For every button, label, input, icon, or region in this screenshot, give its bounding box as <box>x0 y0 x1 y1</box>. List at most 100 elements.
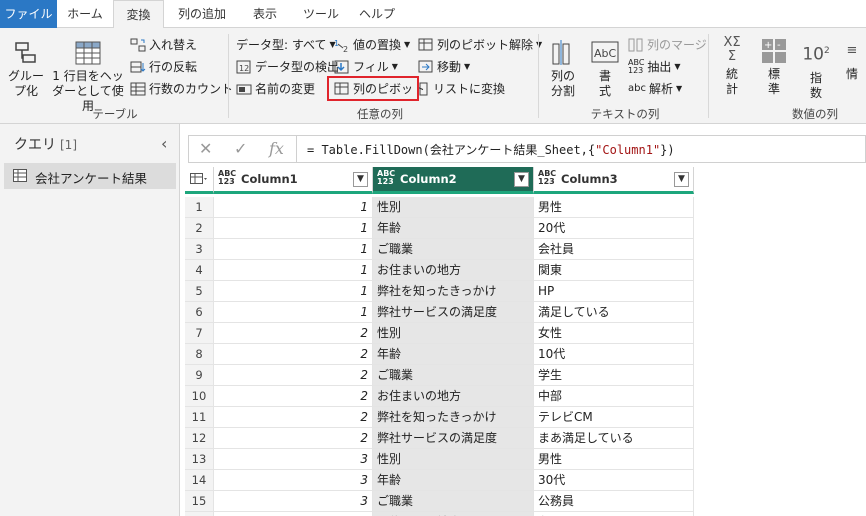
table-menu-button[interactable] <box>185 167 214 194</box>
tab-tools[interactable]: ツール <box>296 0 346 28</box>
cell-column1[interactable]: 1 <box>214 260 373 281</box>
check-icon[interactable]: ✓ <box>234 139 247 158</box>
extract-button[interactable]: ABC 123 抽出 ▼ <box>628 58 681 75</box>
unpivot-columns-button[interactable]: 列のピボット解除 ▼ <box>418 36 542 53</box>
formula-input[interactable]: = Table.FillDown(会社アンケート結果_Sheet,{"Colum… <box>307 141 675 158</box>
information-button[interactable]: ≡ 情 <box>838 38 866 82</box>
tab-transform[interactable]: 変換 <box>113 0 164 29</box>
count-rows-button[interactable]: 行数のカウント <box>130 80 233 97</box>
cell-column1[interactable]: 2 <box>214 323 373 344</box>
cell-column1[interactable]: 1 <box>214 239 373 260</box>
cell-column3[interactable]: HP <box>534 281 694 302</box>
cell-column2[interactable]: 弊社を知ったきっかけ <box>373 281 534 302</box>
row-number[interactable]: 15 <box>185 491 214 512</box>
fx-icon[interactable]: fx <box>269 139 284 158</box>
cell-column1[interactable]: 1 <box>214 281 373 302</box>
cell-column1[interactable]: 3 <box>214 470 373 491</box>
row-number[interactable]: 11 <box>185 407 214 428</box>
split-column-button[interactable]: 列の 分割 <box>543 38 583 99</box>
transpose-button[interactable]: 入れ替え <box>130 36 197 53</box>
merge-columns-button[interactable]: 列のマージ <box>628 36 707 53</box>
cell-column2[interactable]: 年齢 <box>373 344 534 365</box>
cell-column3[interactable]: 満足している <box>534 302 694 323</box>
cell-column2[interactable]: 弊社を知ったきっかけ <box>373 407 534 428</box>
row-number[interactable]: 10 <box>185 386 214 407</box>
column-header-3[interactable]: ABC 123 Column3 ▼ <box>534 167 694 194</box>
cell-column3[interactable]: 公務員 <box>534 491 694 512</box>
row-number[interactable]: 9 <box>185 365 214 386</box>
row-number[interactable]: 7 <box>185 323 214 344</box>
cell-column1[interactable]: 2 <box>214 386 373 407</box>
cell-column2[interactable]: 性別 <box>373 449 534 470</box>
cell-column3[interactable]: 男性 <box>534 449 694 470</box>
tab-home[interactable]: ホーム <box>57 0 113 28</box>
tab-help[interactable]: ヘルプ <box>352 0 402 28</box>
filter-dropdown-icon[interactable]: ▼ <box>514 172 529 187</box>
row-number[interactable]: 13 <box>185 449 214 470</box>
row-number[interactable]: 6 <box>185 302 214 323</box>
scientific-button[interactable]: 102 指 数 <box>798 38 834 101</box>
cell-column3[interactable]: 30代 <box>534 470 694 491</box>
row-number[interactable]: 1 <box>185 197 214 218</box>
tab-view[interactable]: 表示 <box>242 0 288 28</box>
cell-column1[interactable]: 3 <box>214 491 373 512</box>
row-number[interactable]: 5 <box>185 281 214 302</box>
cell-column2[interactable]: 性別 <box>373 197 534 218</box>
row-number[interactable]: 14 <box>185 470 214 491</box>
group-by-button[interactable]: グルー プ化 <box>6 40 46 99</box>
cell-column1[interactable]: 1 <box>214 197 373 218</box>
cell-column1[interactable]: 2 <box>214 407 373 428</box>
cell-column3[interactable]: 九州 <box>534 512 694 516</box>
cell-column2[interactable]: 弊社サービスの満足度 <box>373 428 534 449</box>
cell-column1[interactable]: 2 <box>214 365 373 386</box>
row-number[interactable]: 16 <box>185 512 214 516</box>
standard-button[interactable]: + - 標 準 <box>756 38 792 97</box>
tab-file[interactable]: ファイル <box>0 0 57 28</box>
cell-column1[interactable]: 2 <box>214 344 373 365</box>
rename-button[interactable]: 名前の変更 <box>236 80 315 97</box>
filter-dropdown-icon[interactable]: ▼ <box>674 172 689 187</box>
use-first-row-button[interactable]: 1 行目をヘッ ダーとして使用 <box>48 40 128 114</box>
format-button[interactable]: AbC 書 式 <box>588 38 622 99</box>
cell-column1[interactable]: 2 <box>214 428 373 449</box>
data-type-dropdown[interactable]: データ型: すべて ▼ <box>236 36 336 53</box>
row-number[interactable]: 4 <box>185 260 214 281</box>
cell-column3[interactable]: 女性 <box>534 323 694 344</box>
fill-button[interactable]: フィル ▼ <box>334 58 398 75</box>
filter-dropdown-icon[interactable]: ▼ <box>353 172 368 187</box>
cell-column1[interactable]: 1 <box>214 218 373 239</box>
statistics-button[interactable]: XΣ Σ 統 計 <box>714 36 750 97</box>
cancel-icon[interactable]: ✕ <box>199 139 212 158</box>
cell-column3[interactable]: 10代 <box>534 344 694 365</box>
cell-column2[interactable]: ご職業 <box>373 491 534 512</box>
row-number[interactable]: 3 <box>185 239 214 260</box>
cell-column1[interactable]: 1 <box>214 302 373 323</box>
cell-column2[interactable]: お住まいの地方 <box>373 260 534 281</box>
row-number[interactable]: 8 <box>185 344 214 365</box>
cell-column2[interactable]: ご職業 <box>373 239 534 260</box>
cell-column3[interactable]: 関東 <box>534 260 694 281</box>
cell-column3[interactable]: テレビCM <box>534 407 694 428</box>
query-item[interactable]: 会社アンケート結果 <box>4 163 176 189</box>
convert-to-list-button[interactable]: リストに変換 <box>418 80 505 97</box>
detect-type-button[interactable]: 12 データ型の検出 <box>236 58 339 75</box>
column-header-1[interactable]: ABC 123 Column1 ▼ <box>214 167 373 194</box>
parse-button[interactable]: abc 解析 ▼ <box>628 80 682 97</box>
row-number[interactable]: 12 <box>185 428 214 449</box>
cell-column3[interactable]: 学生 <box>534 365 694 386</box>
replace-values-button[interactable]: 1 2 値の置換 ▼ <box>334 36 410 53</box>
cell-column3[interactable]: 20代 <box>534 218 694 239</box>
move-button[interactable]: 移動 ▼ <box>418 58 470 75</box>
tab-add-column[interactable]: 列の追加 <box>168 0 236 28</box>
cell-column2[interactable]: 年齢 <box>373 470 534 491</box>
cell-column2[interactable]: 性別 <box>373 323 534 344</box>
collapse-chevron-icon[interactable]: ‹ <box>161 134 167 153</box>
cell-column3[interactable]: 会社員 <box>534 239 694 260</box>
cell-column2[interactable]: 弊社サービスの満足度 <box>373 302 534 323</box>
cell-column1[interactable]: 3 <box>214 512 373 516</box>
cell-column1[interactable]: 3 <box>214 449 373 470</box>
cell-column2[interactable]: お住まいの地方 <box>373 386 534 407</box>
cell-column3[interactable]: まあ満足している <box>534 428 694 449</box>
row-number[interactable]: 2 <box>185 218 214 239</box>
cell-column2[interactable]: お住まいの地方 <box>373 512 534 516</box>
